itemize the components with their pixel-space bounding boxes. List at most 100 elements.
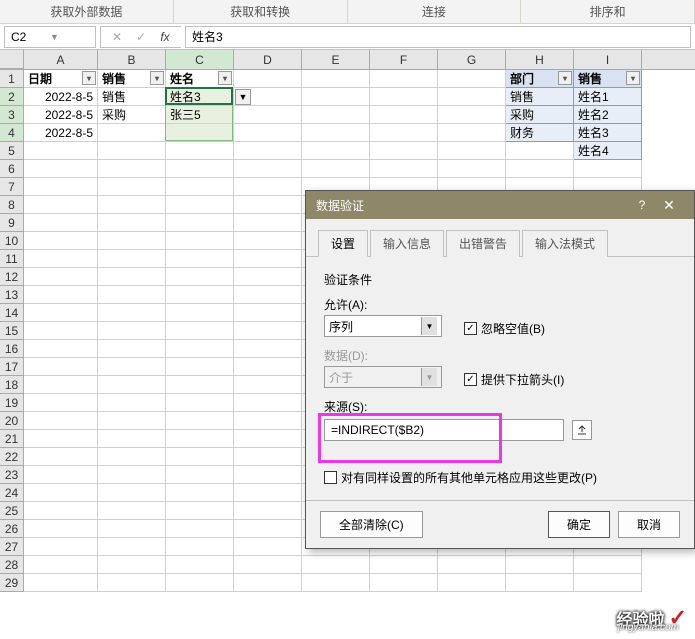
cell[interactable] [234, 304, 302, 322]
cell[interactable] [370, 556, 438, 574]
cell[interactable] [98, 340, 166, 358]
cell[interactable] [302, 70, 370, 88]
cell[interactable] [234, 214, 302, 232]
cell[interactable] [234, 502, 302, 520]
row-header[interactable]: 17 [0, 358, 24, 376]
cell[interactable] [166, 322, 234, 340]
cell[interactable] [234, 268, 302, 286]
row-header[interactable]: 12 [0, 268, 24, 286]
cell[interactable] [98, 322, 166, 340]
collapse-icon[interactable] [572, 420, 592, 440]
cell[interactable] [234, 232, 302, 250]
row-header[interactable]: 26 [0, 520, 24, 538]
cell[interactable]: 2022-8-5 [24, 124, 98, 142]
cell[interactable] [98, 574, 166, 592]
row-header[interactable]: 2 [0, 88, 24, 106]
cell[interactable] [98, 232, 166, 250]
cell[interactable] [166, 250, 234, 268]
cell[interactable] [98, 358, 166, 376]
cell[interactable] [166, 376, 234, 394]
cell[interactable] [98, 124, 166, 142]
row-header[interactable]: 25 [0, 502, 24, 520]
tab-error-alert[interactable]: 出错警告 [446, 230, 520, 257]
cell[interactable] [24, 430, 98, 448]
cell[interactable] [166, 556, 234, 574]
cell[interactable] [234, 70, 302, 88]
close-icon[interactable]: ✕ [654, 197, 684, 214]
cell[interactable] [438, 70, 506, 88]
cell[interactable] [24, 304, 98, 322]
cell[interactable]: 销售 [506, 88, 574, 106]
row-header[interactable]: 15 [0, 322, 24, 340]
row-header[interactable]: 13 [0, 286, 24, 304]
cell[interactable] [98, 214, 166, 232]
cell[interactable] [506, 556, 574, 574]
tab-input-msg[interactable]: 输入信息 [370, 230, 444, 257]
cell[interactable] [506, 142, 574, 160]
cell[interactable] [98, 178, 166, 196]
cell[interactable] [166, 232, 234, 250]
dropdown-checkbox[interactable]: ✓ [464, 373, 477, 386]
cell[interactable] [438, 556, 506, 574]
formula-input[interactable]: 姓名3 [185, 26, 691, 48]
cell[interactable] [234, 448, 302, 466]
cell[interactable]: 姓名4 [574, 142, 642, 160]
help-icon[interactable]: ? [630, 198, 654, 212]
row-header[interactable]: 18 [0, 376, 24, 394]
cell[interactable] [98, 556, 166, 574]
cell[interactable] [24, 340, 98, 358]
filter-arrow-icon[interactable]: ▾ [558, 71, 572, 85]
cell[interactable] [438, 142, 506, 160]
column-header[interactable]: C [166, 50, 234, 69]
cell[interactable] [234, 286, 302, 304]
cell[interactable] [166, 430, 234, 448]
cell[interactable] [98, 196, 166, 214]
cell[interactable] [166, 358, 234, 376]
tab-settings[interactable]: 设置 [318, 230, 368, 257]
row-header[interactable]: 7 [0, 178, 24, 196]
cell[interactable] [24, 322, 98, 340]
cell[interactable] [98, 394, 166, 412]
cell[interactable]: 姓名2 [574, 106, 642, 124]
cell[interactable] [98, 142, 166, 160]
row-header[interactable]: 20 [0, 412, 24, 430]
cell[interactable] [234, 340, 302, 358]
cell[interactable] [370, 160, 438, 178]
column-header[interactable]: F [370, 50, 438, 69]
validation-dropdown-icon[interactable]: ▼ [235, 89, 251, 105]
filter-arrow-icon[interactable]: ▾ [150, 71, 164, 85]
cell[interactable] [166, 196, 234, 214]
cell[interactable]: 姓名3 [166, 88, 234, 106]
row-header[interactable]: 28 [0, 556, 24, 574]
cell[interactable] [166, 340, 234, 358]
cell[interactable] [24, 358, 98, 376]
cell[interactable] [370, 88, 438, 106]
row-header[interactable]: 9 [0, 214, 24, 232]
cell[interactable] [24, 556, 98, 574]
cell[interactable] [166, 466, 234, 484]
cell[interactable] [24, 520, 98, 538]
cell[interactable] [24, 484, 98, 502]
cell[interactable]: 张三5 [166, 106, 234, 124]
cell[interactable]: 姓名▾ [166, 70, 234, 88]
row-header[interactable]: 16 [0, 340, 24, 358]
row-header[interactable]: 10 [0, 232, 24, 250]
row-header[interactable]: 8 [0, 196, 24, 214]
cell[interactable] [98, 466, 166, 484]
cell[interactable] [234, 124, 302, 142]
cell[interactable] [24, 574, 98, 592]
cell[interactable] [234, 196, 302, 214]
cell[interactable] [234, 412, 302, 430]
cell[interactable] [166, 286, 234, 304]
cell[interactable] [24, 232, 98, 250]
cell[interactable] [506, 160, 574, 178]
cell[interactable] [98, 538, 166, 556]
cell[interactable] [24, 142, 98, 160]
cell[interactable] [24, 412, 98, 430]
ribbon-group[interactable]: 获取和转换 [174, 0, 348, 23]
cell[interactable] [234, 520, 302, 538]
cell[interactable] [234, 430, 302, 448]
dialog-titlebar[interactable]: 数据验证 ? ✕ [306, 191, 694, 219]
cell[interactable] [302, 160, 370, 178]
cell[interactable] [98, 520, 166, 538]
